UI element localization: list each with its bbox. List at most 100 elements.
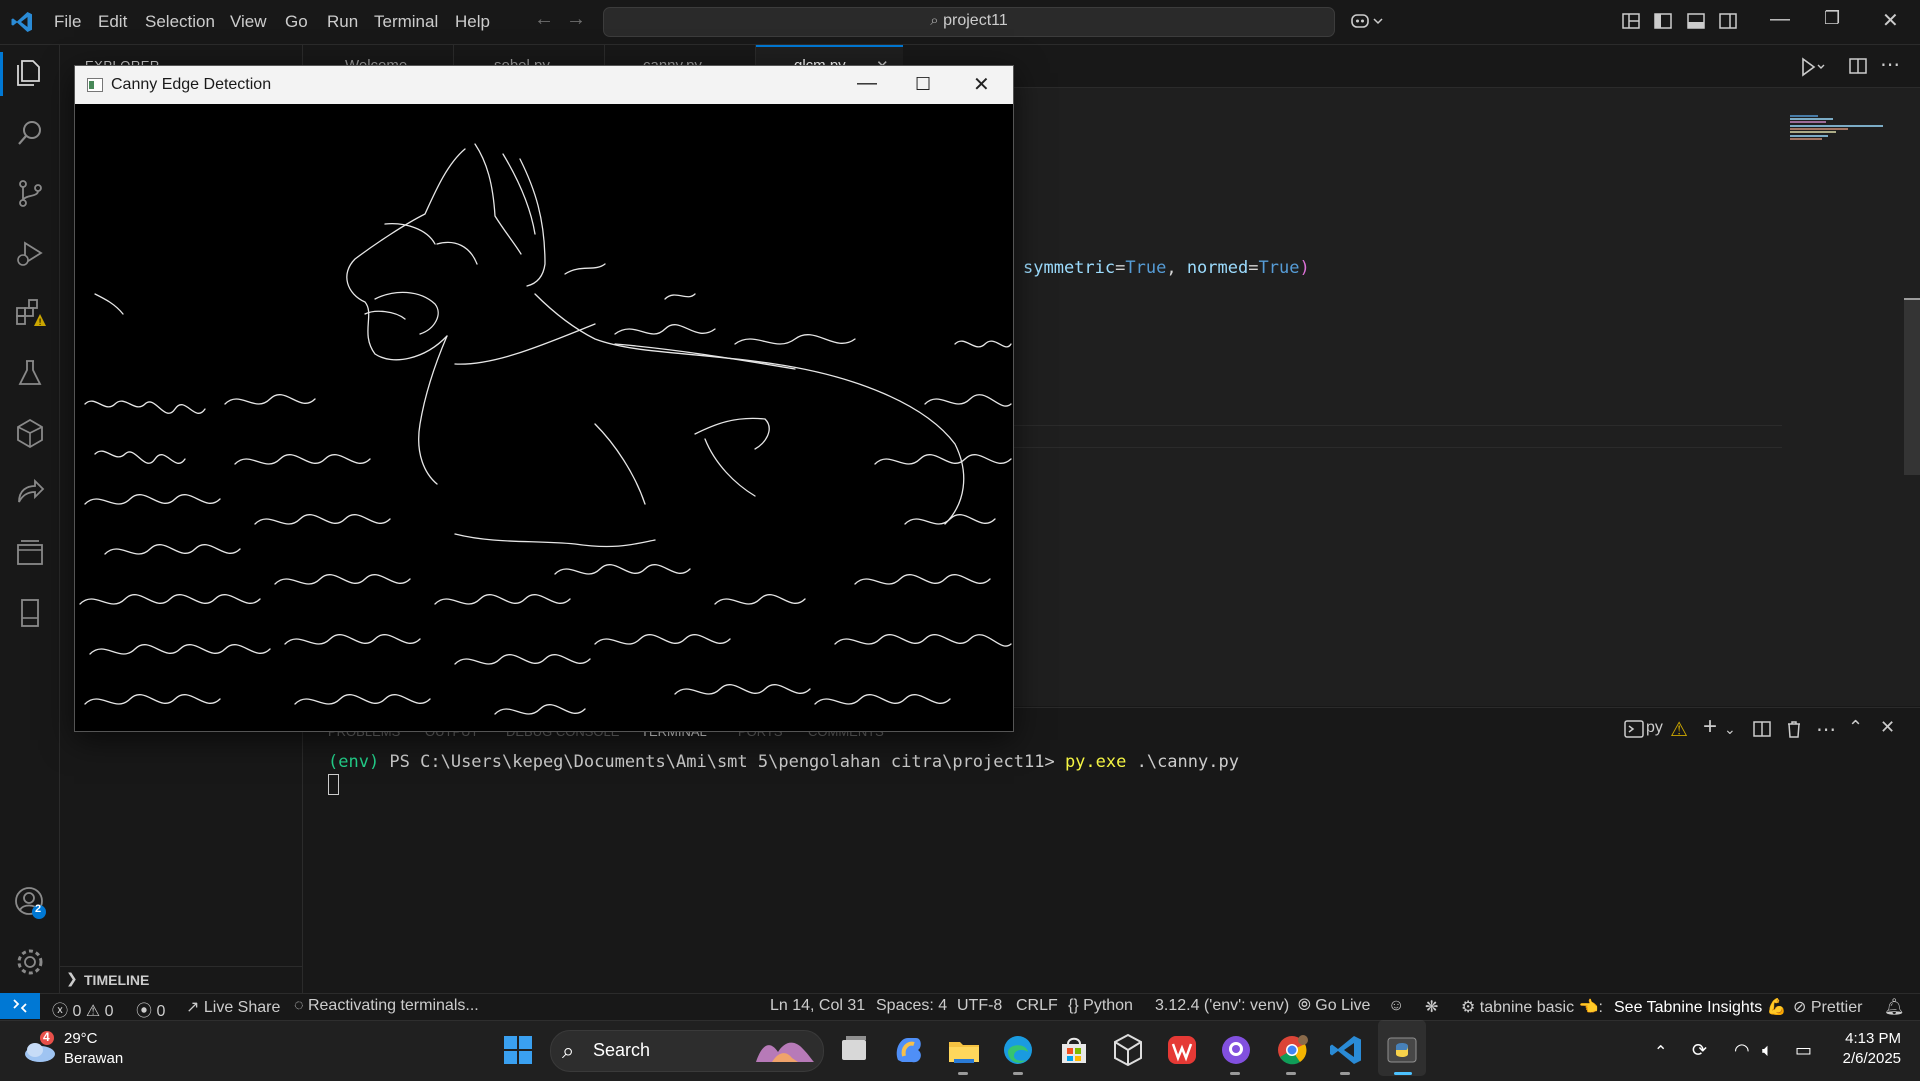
chrome-icon[interactable]: [1274, 1032, 1310, 1068]
copilot-icon[interactable]: [890, 1032, 926, 1068]
tabnine-label: tabnine basic 👈:: [1479, 999, 1603, 1016]
code-token: True: [1258, 258, 1300, 278]
unity-icon[interactable]: [1110, 1032, 1146, 1068]
menu-view[interactable]: View: [230, 12, 267, 32]
back-arrow-icon[interactable]: ←: [534, 8, 554, 31]
chevron-down-icon[interactable]: ⌄: [1724, 721, 1736, 738]
copilot-status-icon[interactable]: ☺: [1388, 997, 1404, 1015]
live-share-icon[interactable]: [13, 476, 47, 510]
maximize-icon[interactable]: ☐: [915, 74, 931, 95]
github-icon[interactable]: [1218, 1032, 1254, 1068]
run-python-file-icon[interactable]: [1800, 56, 1826, 78]
editor-scrollbar[interactable]: [1904, 300, 1920, 475]
testing-icon[interactable]: [13, 356, 47, 390]
clock-date[interactable]: 2/6/2025: [1836, 1050, 1901, 1067]
maximize-panel-icon[interactable]: ⌃: [1848, 717, 1863, 738]
minimap[interactable]: [1788, 112, 1898, 152]
tabnine-status[interactable]: ⚙ tabnine basic 👈:: [1461, 997, 1603, 1017]
running-indicator: [958, 1072, 968, 1075]
command-center[interactable]: ⌕ project11: [603, 7, 1335, 37]
running-indicator: [1286, 1072, 1296, 1075]
wifi-icon[interactable]: ◠: [1734, 1040, 1750, 1061]
split-editor-icon[interactable]: [1848, 56, 1868, 76]
accounts-icon[interactable]: [13, 885, 47, 919]
search-icon: ⌕: [562, 1038, 575, 1063]
more-actions-icon[interactable]: ⋯: [1816, 717, 1836, 742]
restore-icon[interactable]: ❐: [1824, 8, 1840, 29]
source-control-icon[interactable]: [13, 176, 47, 210]
warning-icon: ⚠: [1670, 719, 1688, 741]
cursor-position[interactable]: Ln 14, Col 31: [770, 997, 865, 1015]
minimize-icon[interactable]: —: [1770, 8, 1790, 31]
volume-icon[interactable]: 🔈︎: [1762, 1040, 1773, 1061]
activity-status: ◌ Reactivating terminals...: [294, 997, 479, 1015]
live-share-status[interactable]: ↗ Live Share: [186, 997, 280, 1017]
remote-explorer-icon[interactable]: [13, 416, 47, 450]
encoding[interactable]: UTF-8: [957, 997, 1002, 1015]
tabnine-insights[interactable]: See Tabnine Insights 💪: [1614, 997, 1787, 1017]
spinner-icon: ◌: [294, 997, 304, 1014]
python-interpreter[interactable]: 3.12.4 ('env': venv): [1155, 997, 1289, 1015]
close-icon[interactable]: ✕: [973, 72, 990, 97]
line-ending[interactable]: CRLF: [1016, 997, 1058, 1015]
copilot-menu-icon[interactable]: [1350, 11, 1386, 31]
run-debug-icon[interactable]: [13, 236, 47, 270]
customize-layout-icon[interactable]: [1621, 11, 1641, 31]
prettier-status[interactable]: ⊘ Prettier: [1793, 997, 1862, 1017]
menu-selection[interactable]: Selection: [145, 12, 215, 32]
menu-run[interactable]: Run: [327, 12, 358, 32]
search-icon[interactable]: [13, 116, 47, 150]
problems-status[interactable]: ⓧ 0 ⚠ 0: [52, 997, 114, 1021]
more-actions-icon[interactable]: ⋯: [1880, 52, 1900, 77]
menu-terminal[interactable]: Terminal: [374, 12, 438, 32]
edge-icon[interactable]: [1000, 1032, 1036, 1068]
notebook-icon[interactable]: [13, 596, 47, 630]
indentation[interactable]: Spaces: 4: [876, 997, 947, 1015]
tray-overflow-chevron-icon[interactable]: ⌃: [1654, 1042, 1667, 1062]
menu-help[interactable]: Help: [455, 12, 490, 32]
menu-file[interactable]: File: [54, 12, 81, 32]
active-indicator: [0, 52, 3, 96]
battery-icon[interactable]: ▭: [1795, 1040, 1812, 1061]
minimize-icon[interactable]: —: [857, 72, 877, 95]
terminal-kind-label[interactable]: py: [1646, 719, 1663, 737]
task-view-icon[interactable]: [836, 1032, 872, 1068]
prettier-label: Prettier: [1810, 999, 1863, 1016]
terminal-cursor: [328, 774, 339, 795]
clock-time[interactable]: 4:13 PM: [1843, 1030, 1901, 1047]
trash-icon[interactable]: [1784, 719, 1804, 739]
menu-go[interactable]: Go: [285, 12, 308, 32]
ports-count: 0: [156, 1003, 166, 1020]
file-explorer-icon[interactable]: [946, 1032, 982, 1068]
store-icon[interactable]: [1056, 1032, 1092, 1068]
weather-cloud-icon[interactable]: [20, 1030, 58, 1064]
language-mode[interactable]: {} Python: [1068, 997, 1133, 1015]
toggle-primary-sidebar-icon[interactable]: [1653, 11, 1673, 31]
wps-office-icon[interactable]: [1164, 1032, 1200, 1068]
explorer-icon[interactable]: [13, 56, 47, 90]
canny-window-titlebar[interactable]: Canny Edge Detection — ☐ ✕: [75, 66, 1013, 104]
vscode-icon[interactable]: [1328, 1032, 1364, 1068]
new-terminal-icon[interactable]: +: [1703, 713, 1717, 741]
chevron-right-icon[interactable]: ❯: [66, 970, 78, 987]
close-panel-icon[interactable]: ✕: [1880, 717, 1895, 738]
sync-icon[interactable]: ⟳: [1692, 1040, 1707, 1061]
toggle-panel-icon[interactable]: [1686, 11, 1706, 31]
forward-arrow-icon[interactable]: →: [566, 8, 586, 31]
ports-status[interactable]: ⦿ 0: [136, 997, 165, 1021]
code-token: ,: [1166, 258, 1187, 278]
windows-start-icon[interactable]: [500, 1032, 536, 1068]
close-icon[interactable]: ✕: [1882, 8, 1899, 33]
extensions-icon[interactable]: !: [13, 296, 47, 330]
settings-gear-icon[interactable]: [13, 945, 47, 979]
remote-indicator[interactable]: [0, 993, 40, 1019]
menu-edit[interactable]: Edit: [98, 12, 127, 32]
toggle-secondary-sidebar-icon[interactable]: [1718, 11, 1738, 31]
go-live-button[interactable]: ⦾ Go Live: [1298, 997, 1370, 1015]
layers-icon[interactable]: [13, 536, 47, 570]
accounts-status-icon[interactable]: ❋: [1425, 997, 1438, 1017]
canny-edge-window[interactable]: Canny Edge Detection — ☐ ✕: [74, 65, 1014, 732]
notifications-bell-icon[interactable]: 🔔︎: [1884, 997, 1904, 1017]
split-terminal-icon[interactable]: [1752, 719, 1772, 739]
warning-icon: ⚠: [85, 1003, 101, 1020]
